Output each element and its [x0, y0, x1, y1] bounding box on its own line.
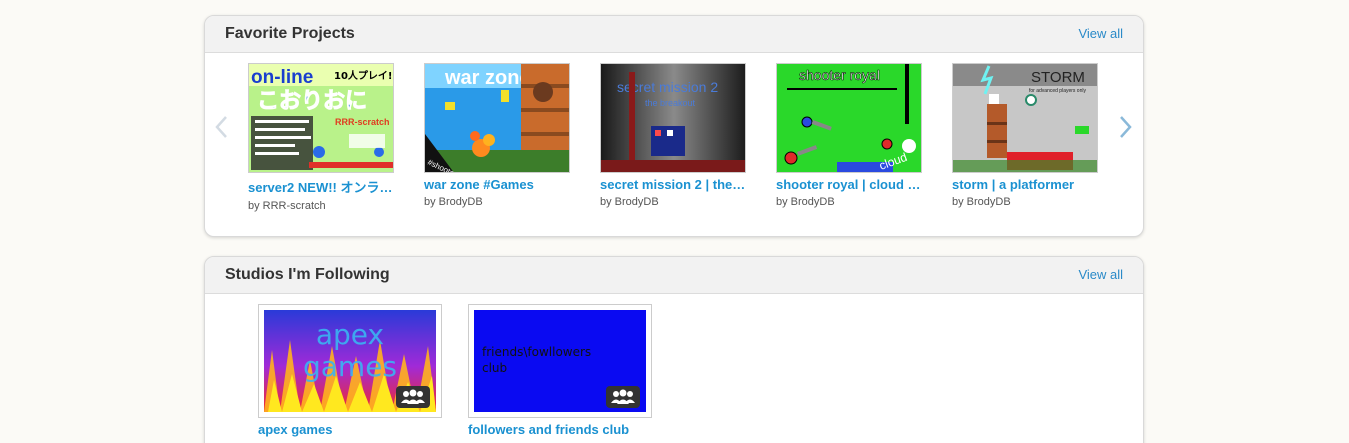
chevron-right-icon: [1120, 116, 1132, 138]
project-card[interactable]: war zone #shooter war zone #Games by Bro…: [424, 63, 574, 208]
people-group-icon: [401, 389, 425, 404]
project-thumbnail[interactable]: shooter royal cloud: [776, 63, 922, 173]
thumb-text: friends\fowllowers: [482, 345, 591, 359]
thumb-text: club: [482, 361, 507, 375]
project-author[interactable]: by BrodyDB: [952, 196, 1102, 208]
chevron-left-icon: [215, 116, 227, 138]
project-author[interactable]: by BrodyDB: [600, 196, 750, 208]
studios-following-view-all-link[interactable]: View all: [1078, 267, 1123, 282]
favorite-projects-view-all-link[interactable]: View all: [1078, 26, 1123, 41]
thumb-text: for advanced players only: [1029, 88, 1086, 94]
carousel-prev-button[interactable]: [212, 114, 232, 140]
project-card[interactable]: secret mission 2 the breakout secret mis…: [600, 63, 750, 208]
project-card[interactable]: on-line 10人プレイ!! こおりおに RRR-scratch serve…: [248, 63, 398, 212]
project-title-link[interactable]: secret mission 2 | the breakout: [600, 177, 746, 192]
studio-title-link[interactable]: followers and friends club: [468, 422, 652, 437]
thumb-text: 10人プレイ!!: [334, 69, 394, 82]
thumb-text: apex: [316, 318, 384, 351]
project-author[interactable]: by BrodyDB: [424, 196, 574, 208]
studio-card[interactable]: friends\fowllowers club followers and fr…: [468, 304, 652, 437]
studio-thumbnail[interactable]: friends\fowllowers club: [468, 304, 652, 418]
thumb-text: RRR-scratch: [335, 117, 390, 127]
studios-following-title: Studios I'm Following: [225, 266, 390, 283]
thumb-text: war zone: [444, 67, 531, 89]
project-thumbnail[interactable]: secret mission 2 the breakout: [600, 63, 746, 173]
thumb-text: the breakout: [645, 98, 696, 108]
project-title-link[interactable]: server2 NEW!! オンラインこおりおに: [248, 177, 394, 196]
carousel-next-button[interactable]: [1115, 114, 1135, 140]
studio-title-link[interactable]: apex games: [258, 422, 442, 437]
studio-badge: [396, 386, 430, 408]
studios-following-header: Studios I'm Following View all: [205, 257, 1143, 294]
thumb-text: shooter royal: [799, 67, 880, 83]
project-title-link[interactable]: war zone #Games: [424, 177, 570, 192]
thumb-text: on-line: [251, 67, 313, 88]
project-title-link[interactable]: storm | a platformer: [952, 177, 1098, 192]
project-title-link[interactable]: shooter royal | cloud games: [776, 177, 922, 192]
project-thumbnail[interactable]: STORM for advanced players only: [952, 63, 1098, 173]
people-group-icon: [611, 389, 635, 404]
thumb-text: STORM: [1031, 69, 1085, 86]
project-thumbnail[interactable]: on-line 10人プレイ!! こおりおに RRR-scratch: [248, 63, 394, 173]
favorite-projects-title: Favorite Projects: [225, 25, 355, 42]
studio-badge: [606, 386, 640, 408]
project-card[interactable]: shooter royal cloud shooter royal | clou…: [776, 63, 926, 208]
project-thumbnail[interactable]: war zone #shooter: [424, 63, 570, 173]
favorite-projects-header: Favorite Projects View all: [205, 16, 1143, 53]
project-card[interactable]: STORM for advanced players only storm | …: [952, 63, 1102, 208]
thumb-text: games: [303, 350, 397, 383]
studio-thumbnail[interactable]: apex games: [258, 304, 442, 418]
project-author[interactable]: by RRR-scratch: [248, 200, 398, 212]
project-author[interactable]: by BrodyDB: [776, 196, 926, 208]
studio-card[interactable]: apex games apex games: [258, 304, 442, 437]
thumb-text: こおりおに: [257, 89, 367, 114]
